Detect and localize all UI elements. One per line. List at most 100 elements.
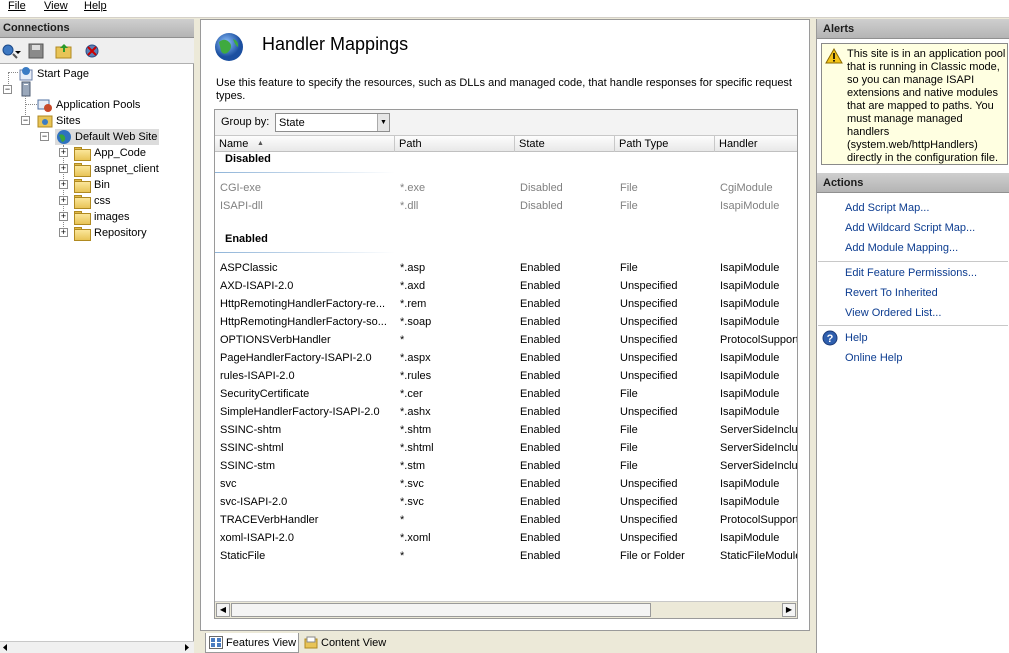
tree-item-start-page[interactable]: Start Page bbox=[18, 66, 188, 82]
scroll-left-icon[interactable]: ◀ bbox=[216, 603, 230, 617]
table-row[interactable]: rules-ISAPI-2.0 *.rules Enabled Unspecified… bbox=[215, 367, 797, 385]
action-revert-to-inherited[interactable]: Revert To Inherited bbox=[845, 287, 938, 299]
action-help[interactable]: Help bbox=[845, 332, 868, 344]
folder-expander-icon[interactable]: + bbox=[59, 212, 68, 221]
tree-label: Sites bbox=[56, 115, 81, 127]
group-by-select[interactable]: State ▼ bbox=[275, 113, 390, 132]
cell-name: AXD-ISAPI-2.0 bbox=[220, 280, 294, 292]
cell-handler: ProtocolSupport bbox=[720, 334, 798, 346]
group-by-label: Group by: bbox=[221, 116, 270, 128]
tree-item-application-pools[interactable]: Application Pools bbox=[37, 97, 187, 113]
table-row[interactable]: ASPClassic *.asp Enabled File IsapiModule bbox=[215, 259, 797, 277]
table-row[interactable]: SimpleHandlerFactory-ISAPI-2.0 *.ashx Enab… bbox=[215, 403, 797, 421]
tree-item-server[interactable] bbox=[18, 81, 188, 97]
table-row[interactable]: HttpRemotingHandlerFactory-re... *.rem Ena… bbox=[215, 295, 797, 313]
action-add-wildcard-script-map[interactable]: Add Wildcard Script Map... bbox=[845, 222, 975, 234]
dropdown-arrow-icon[interactable] bbox=[14, 42, 22, 60]
up-folder-icon[interactable] bbox=[55, 42, 73, 60]
tree-item-folder[interactable]: images bbox=[74, 209, 174, 225]
table-row[interactable]: SSINC-shtm *.shtm Enabled File ServerSideInc… bbox=[215, 421, 797, 439]
tree-item-folder[interactable]: Bin bbox=[74, 177, 174, 193]
page-title: Handler Mappings bbox=[262, 34, 409, 54]
cell-state: Enabled bbox=[520, 424, 561, 436]
tree-item-folder[interactable]: App_Code bbox=[74, 145, 174, 161]
cell-path-type: Unspecified bbox=[620, 316, 678, 328]
table-row[interactable]: HttpRemotingHandlerFactory-so... *.soap En… bbox=[215, 313, 797, 331]
save-icon[interactable] bbox=[27, 42, 45, 60]
table-row[interactable]: TRACEVerbHandler * Enabled Unspecified Proto… bbox=[215, 511, 797, 529]
table-row[interactable]: xoml-ISAPI-2.0 *.xoml Enabled Unspecified Is… bbox=[215, 529, 797, 547]
grid-horizontal-scrollbar[interactable]: ◀ ▶ bbox=[215, 601, 797, 618]
action-add-module-mapping[interactable]: Add Module Mapping... bbox=[845, 242, 958, 254]
page-description: Use this feature to specify the resource… bbox=[216, 77, 792, 102]
menu-file[interactable]: File bbox=[8, 0, 26, 12]
cell-handler: IsapiModule bbox=[720, 262, 780, 274]
column-header-name[interactable]: Name ▲ bbox=[215, 136, 395, 152]
scroll-right-icon[interactable] bbox=[182, 642, 192, 653]
tree-item-sites[interactable]: Sites bbox=[37, 113, 187, 129]
tree-item-folder[interactable]: css bbox=[74, 193, 174, 209]
folder-expander-icon[interactable]: + bbox=[59, 148, 68, 157]
table-row[interactable]: SSINC-shtml *.shtml Enabled File ServerSideI… bbox=[215, 439, 797, 457]
action-online-help[interactable]: Online Help bbox=[845, 352, 902, 364]
tree-item-default-web-site[interactable]: Default Web Site bbox=[55, 129, 159, 145]
table-row[interactable]: PageHandlerFactory-ISAPI-2.0 *.aspx Enable… bbox=[215, 349, 797, 367]
cell-state: Enabled bbox=[520, 532, 561, 544]
dropdown-arrow-icon[interactable]: ▼ bbox=[377, 114, 389, 131]
cell-name: ASPClassic bbox=[220, 262, 278, 274]
tab-content-view[interactable]: Content View bbox=[301, 633, 391, 653]
folder-expander-icon[interactable]: + bbox=[59, 196, 68, 205]
table-row[interactable]: SecurityCertificate *.cer Enabled File Isapi… bbox=[215, 385, 797, 403]
scrollbar-thumb[interactable] bbox=[231, 603, 651, 617]
cell-state: Disabled bbox=[520, 200, 563, 212]
connections-scrollbar[interactable] bbox=[0, 641, 194, 653]
table-row[interactable]: svc-ISAPI-2.0 *.svc Enabled Unspecified Isap… bbox=[215, 493, 797, 511]
cell-path: *.aspx bbox=[400, 352, 431, 364]
feature-pane: Handler Mappings Use this feature to spe… bbox=[200, 19, 810, 631]
folder-expander-icon[interactable]: + bbox=[59, 164, 68, 173]
action-edit-feature-permissions[interactable]: Edit Feature Permissions... bbox=[845, 267, 977, 279]
group-header[interactable]: Disabled bbox=[225, 153, 271, 165]
group-header[interactable]: Enabled bbox=[225, 233, 268, 245]
table-row[interactable]: svc *.svc Enabled Unspecified IsapiModule bbox=[215, 475, 797, 493]
cell-path-type: File bbox=[620, 442, 638, 454]
scroll-left-icon[interactable] bbox=[0, 642, 10, 653]
tree-item-folder[interactable]: Repository bbox=[74, 225, 174, 241]
table-row[interactable]: SSINC-stm *.stm Enabled File ServerSideInclu bbox=[215, 457, 797, 475]
actions-header: Actions bbox=[817, 173, 1009, 193]
tab-label: Features View bbox=[226, 637, 297, 649]
alert-text: This site is in an application pool that… bbox=[847, 48, 1006, 164]
column-header-path-type[interactable]: Path Type bbox=[615, 136, 715, 152]
table-row[interactable]: StaticFile * Enabled File or Folder StaticFi… bbox=[215, 547, 797, 565]
server-expander-icon[interactable]: − bbox=[3, 85, 12, 94]
sites-expander-icon[interactable]: − bbox=[21, 116, 30, 125]
table-row[interactable]: AXD-ISAPI-2.0 *.axd Enabled Unspecified Isap… bbox=[215, 277, 797, 295]
sites-folder-icon bbox=[37, 115, 53, 128]
folder-icon bbox=[74, 163, 91, 177]
table-row[interactable]: OPTIONSVerbHandler * Enabled Unspecified Pro… bbox=[215, 331, 797, 349]
folder-icon bbox=[74, 147, 91, 161]
help-icon[interactable]: ? bbox=[822, 330, 838, 346]
tree-item-folder[interactable]: aspnet_client bbox=[74, 161, 174, 177]
scroll-right-icon[interactable]: ▶ bbox=[782, 603, 796, 617]
cell-name: SSINC-stm bbox=[220, 460, 275, 472]
cell-path-type: Unspecified bbox=[620, 298, 678, 310]
column-header-handler[interactable]: Handler bbox=[715, 136, 797, 152]
cell-state: Enabled bbox=[520, 388, 561, 400]
cell-path-type: File bbox=[620, 388, 638, 400]
default-site-expander-icon[interactable]: − bbox=[40, 132, 49, 141]
folder-expander-icon[interactable]: + bbox=[59, 180, 68, 189]
menu-help[interactable]: Help bbox=[84, 0, 107, 12]
table-row[interactable]: ISAPI-dll *.dll Disabled File IsapiModule bbox=[215, 197, 797, 215]
disconnect-icon[interactable] bbox=[84, 42, 102, 60]
action-add-script-map[interactable]: Add Script Map... bbox=[845, 202, 929, 214]
action-view-ordered-list[interactable]: View Ordered List... bbox=[845, 307, 941, 319]
cell-handler: IsapiModule bbox=[720, 496, 780, 508]
warning-icon bbox=[825, 48, 843, 64]
table-row[interactable]: CGI-exe *.exe Disabled File CgiModule bbox=[215, 179, 797, 197]
column-header-path[interactable]: Path bbox=[395, 136, 515, 152]
tab-features-view[interactable]: Features View bbox=[205, 633, 299, 653]
folder-expander-icon[interactable]: + bbox=[59, 228, 68, 237]
column-header-state[interactable]: State bbox=[515, 136, 615, 152]
menu-view[interactable]: View bbox=[44, 0, 68, 12]
